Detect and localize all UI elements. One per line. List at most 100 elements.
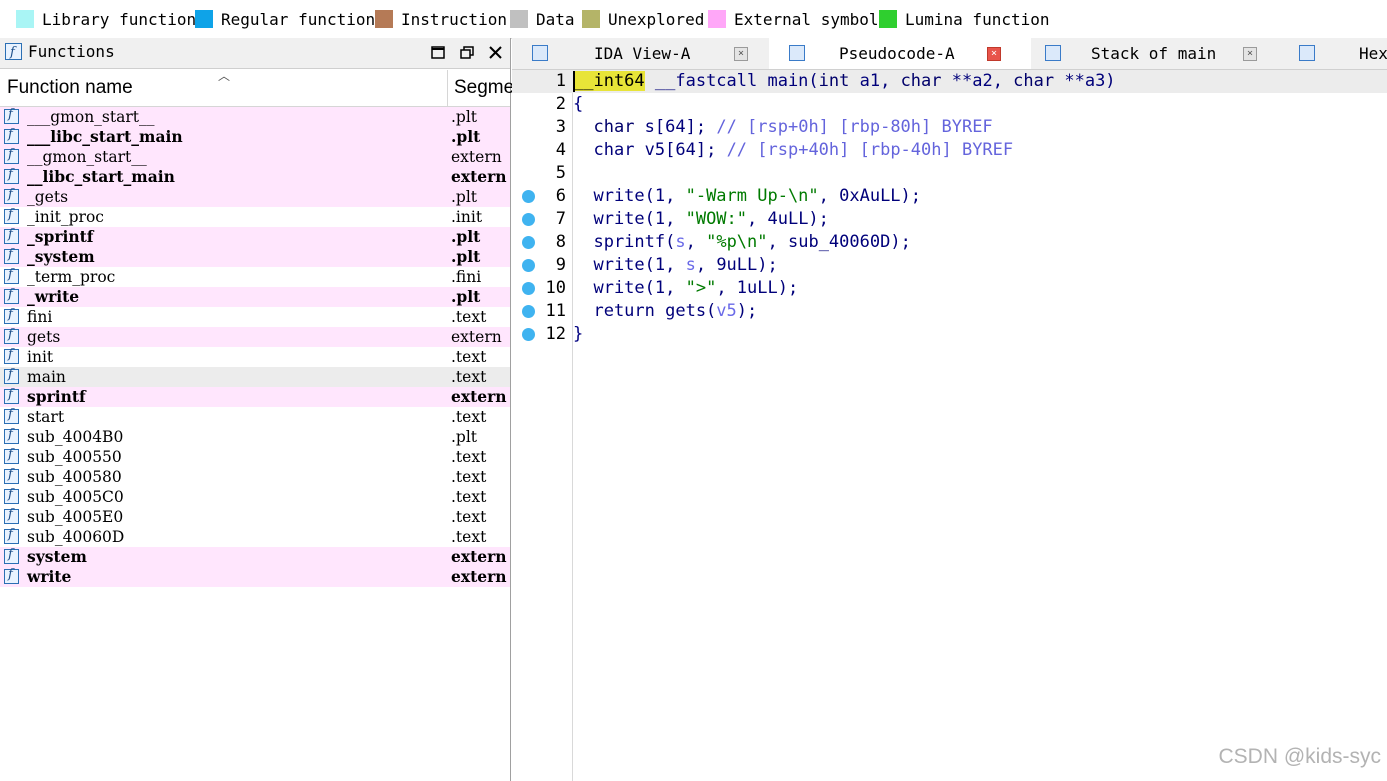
tab-hex[interactable]: Hex: [1295, 38, 1387, 69]
function-segment: .text: [451, 308, 487, 326]
function-row[interactable]: _init_proc .init: [0, 207, 510, 227]
code-line[interactable]: 4 char v5[64]; // [rsp+40h] [rbp-40h] BY…: [512, 139, 1387, 162]
function-row[interactable]: sub_40060D .text: [0, 527, 510, 547]
line-number: 11: [545, 301, 566, 321]
function-row[interactable]: _write .plt: [0, 287, 510, 307]
code-token: s: [685, 255, 696, 275]
function-name: system: [27, 547, 87, 566]
code-line[interactable]: 5: [512, 162, 1387, 185]
close-icon[interactable]: [485, 42, 505, 62]
code-line[interactable]: 8 sprintf(s, "%p\n", sub_40060D);: [512, 231, 1387, 254]
column-function-name[interactable]: Function name: [7, 77, 133, 99]
code-text: sprintf(s, "%p\n", sub_40060D);: [573, 231, 910, 254]
pseudocode-icon: [789, 45, 805, 61]
function-name: write: [27, 567, 72, 586]
tab-pseudocode-a[interactable]: Pseudocode-A ×: [769, 38, 1031, 69]
restore-icon[interactable]: [457, 42, 477, 62]
code-line[interactable]: 6 write(1, "-Warm Up-\n", 0xAuLL);: [512, 185, 1387, 208]
column-segment[interactable]: Segme: [454, 77, 514, 99]
breakpoint-marker-icon[interactable]: [522, 259, 535, 272]
function-icon: [4, 427, 19, 444]
function-name: ___gmon_start__: [27, 108, 155, 126]
code-token: __fastcall main(: [644, 71, 819, 91]
function-icon: [4, 407, 19, 424]
function-row[interactable]: write extern: [0, 567, 510, 587]
code-line[interactable]: 2{: [512, 93, 1387, 116]
function-icon: [4, 247, 19, 264]
function-segment: extern: [451, 387, 507, 406]
code-line[interactable]: 12}: [512, 323, 1387, 346]
line-number: 4: [555, 140, 566, 160]
function-row[interactable]: _system .plt: [0, 247, 510, 267]
breakpoint-marker-icon[interactable]: [522, 236, 535, 249]
tab-ida-view-a[interactable]: IDA View-A ×: [512, 38, 768, 69]
function-row[interactable]: sub_400550 .text: [0, 447, 510, 467]
tab-close-icon[interactable]: ×: [734, 47, 748, 61]
function-row[interactable]: gets extern: [0, 327, 510, 347]
function-icon: [4, 287, 19, 304]
code-line[interactable]: 7 write(1, "WOW:", 4uLL);: [512, 208, 1387, 231]
pseudocode-view[interactable]: 1 __int64 __fastcall main(int a1, char **…: [512, 70, 1387, 781]
tab-close-icon[interactable]: ×: [987, 47, 1001, 61]
function-row[interactable]: ___libc_start_main .plt: [0, 127, 510, 147]
code-text: __int64 __fastcall main(int a1, char **a…: [573, 70, 1116, 93]
function-row[interactable]: fini .text: [0, 307, 510, 327]
maximize-icon[interactable]: [428, 42, 448, 62]
code-line[interactable]: 9 write(1, s, 9uLL);: [512, 254, 1387, 277]
function-row[interactable]: system extern: [0, 547, 510, 567]
function-row[interactable]: sub_400580 .text: [0, 467, 510, 487]
code-token: );: [736, 301, 758, 321]
code-token: char: [900, 71, 942, 91]
function-icon: [4, 167, 19, 184]
code-token: **a3): [1054, 71, 1116, 91]
code-line[interactable]: 10 write(1, ">", 1uLL);: [512, 277, 1387, 300]
breakpoint-marker-icon[interactable]: [522, 213, 535, 226]
function-name: sub_4005E0: [27, 508, 124, 526]
code-token: write(1,: [573, 255, 686, 275]
breakpoint-marker-icon[interactable]: [522, 282, 535, 295]
legend-item: Regular function: [195, 8, 375, 30]
function-row[interactable]: __gmon_start__ extern: [0, 147, 510, 167]
column-separator[interactable]: [447, 70, 448, 106]
breakpoint-marker-icon[interactable]: [522, 305, 535, 318]
function-name: sub_400550: [27, 448, 122, 466]
line-number: 2: [555, 94, 566, 114]
function-row[interactable]: sprintf extern: [0, 387, 510, 407]
code-token: write(1,: [573, 209, 686, 229]
code-token: write(1,: [573, 278, 686, 298]
legend-label: Regular function: [221, 9, 376, 29]
function-row[interactable]: sub_4005E0 .text: [0, 507, 510, 527]
tab-stack-of-main[interactable]: Stack of main ×: [1032, 38, 1294, 69]
functions-pane-title: Functions: [28, 42, 115, 61]
function-row[interactable]: __libc_start_main extern: [0, 167, 510, 187]
function-segment: .plt: [451, 108, 478, 126]
function-row[interactable]: _sprintf .plt: [0, 227, 510, 247]
function-row[interactable]: main .text: [0, 367, 510, 387]
function-segment: .text: [451, 348, 487, 366]
function-icon: [4, 487, 19, 504]
line-number: 6: [555, 186, 566, 206]
function-row[interactable]: init .text: [0, 347, 510, 367]
legend-item: Library function: [16, 8, 196, 30]
function-row[interactable]: ___gmon_start__ .plt: [0, 107, 510, 127]
code-line[interactable]: 11 return gets(v5);: [512, 300, 1387, 323]
function-icon: [4, 367, 19, 384]
function-row[interactable]: start .text: [0, 407, 510, 427]
function-icon: [4, 467, 19, 484]
breakpoint-marker-icon[interactable]: [522, 190, 535, 203]
function-row[interactable]: _term_proc .fini: [0, 267, 510, 287]
function-row[interactable]: _gets .plt: [0, 187, 510, 207]
function-row[interactable]: sub_4005C0 .text: [0, 487, 510, 507]
line-number: 1: [555, 71, 566, 91]
code-token: write(1,: [573, 186, 686, 206]
function-icon: [4, 507, 19, 524]
code-line[interactable]: 3 char s[64]; // [rsp+0h] [rbp-80h] BYRE…: [512, 116, 1387, 139]
tab-close-icon[interactable]: ×: [1243, 47, 1257, 61]
breakpoint-marker-icon[interactable]: [522, 328, 535, 341]
function-row[interactable]: sub_4004B0 .plt: [0, 427, 510, 447]
legend-bar: Library function Regular function Instruct…: [0, 0, 1387, 39]
code-line[interactable]: 1 __int64 __fastcall main(int a1, char **…: [512, 70, 1387, 93]
function-segment: .plt: [451, 247, 481, 266]
